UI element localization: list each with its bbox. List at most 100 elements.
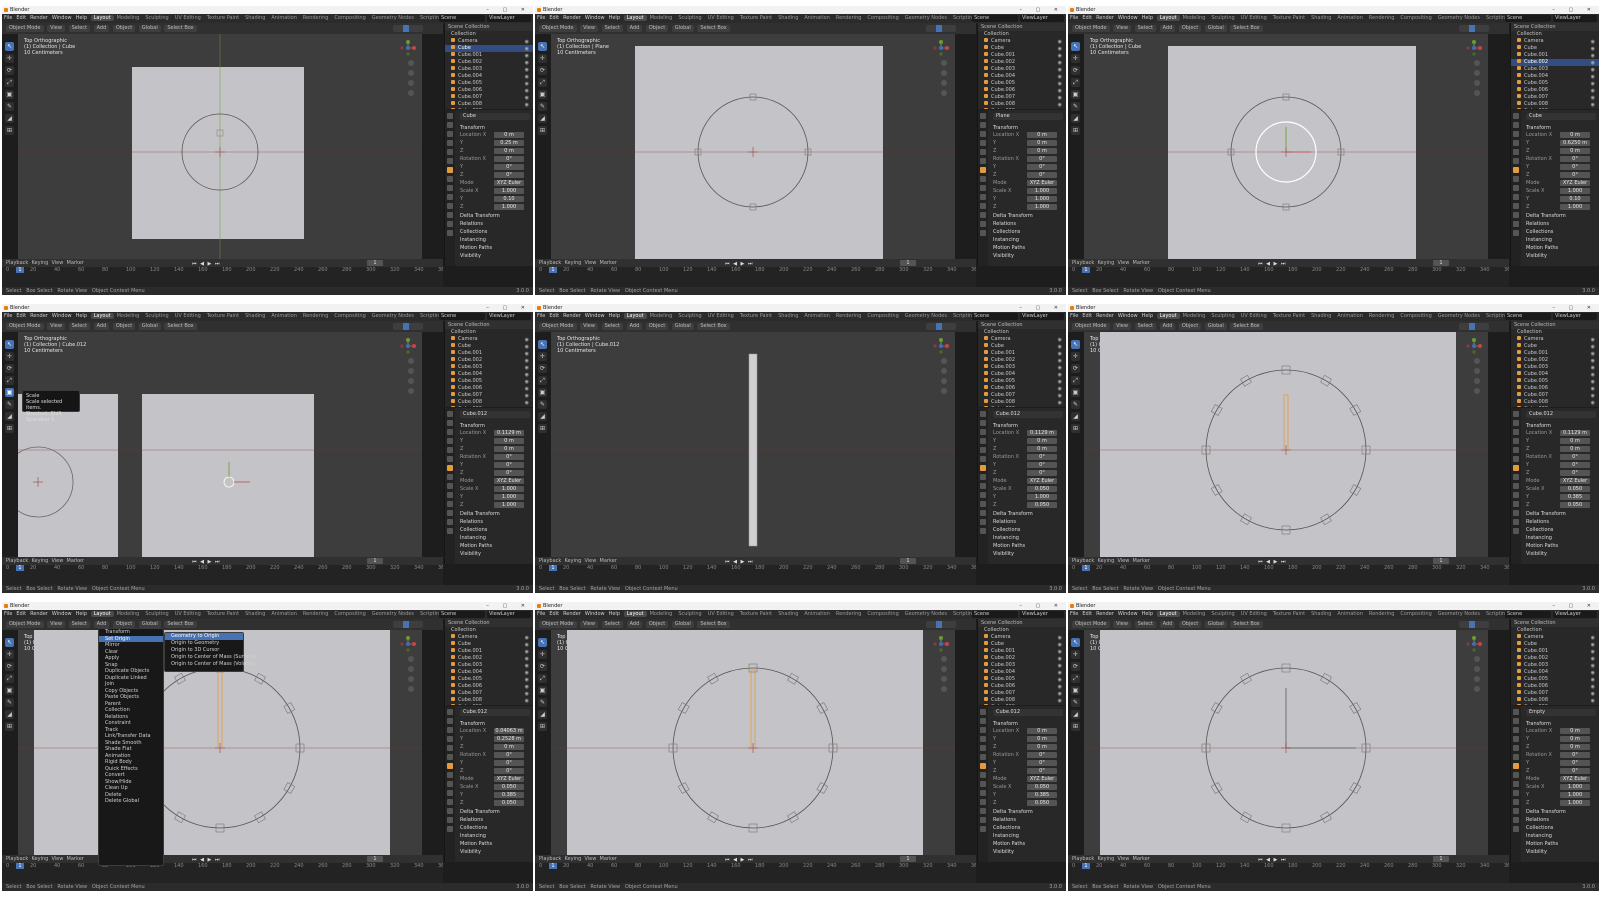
outliner-item[interactable]: Cube.003 ◉ <box>1511 662 1599 669</box>
keying-menu[interactable]: Keying <box>1098 260 1115 266</box>
visibility-section[interactable]: Visibility <box>993 848 1063 856</box>
relations-section[interactable]: Relations <box>1526 220 1596 228</box>
tab-geometry-nodes[interactable]: Geometry Nodes <box>902 611 950 617</box>
scene-selector[interactable]: Scene <box>1505 611 1551 618</box>
location-z-field[interactable]: 0 m <box>1027 744 1057 750</box>
location-x-field[interactable]: 0.1129 m <box>494 430 524 436</box>
playhead[interactable]: 1 <box>1082 863 1090 869</box>
menu-help[interactable]: Help <box>609 15 620 21</box>
scale-icon[interactable]: ▣ <box>538 686 547 695</box>
outliner-item[interactable]: Cube.006 ◉ <box>445 87 533 94</box>
output-tab-icon[interactable] <box>447 727 453 733</box>
outliner-collection-row[interactable]: Collection <box>445 329 533 336</box>
modifier-tab-icon[interactable] <box>1513 176 1519 182</box>
annotate-icon[interactable]: ✎ <box>538 400 547 409</box>
tab-modeling[interactable]: Modeling <box>114 313 143 319</box>
visibility-section[interactable]: Visibility <box>460 848 530 856</box>
outliner-item[interactable]: Cube ◉ <box>978 45 1066 52</box>
tab-rendering[interactable]: Rendering <box>1366 313 1398 319</box>
outliner-item[interactable]: Cube.004 ◉ <box>978 669 1066 676</box>
outliner-item[interactable]: Cube.007 ◉ <box>445 94 533 101</box>
drag-dropdown[interactable]: Select Box <box>1230 323 1263 330</box>
view-layer-tab-icon[interactable] <box>980 140 986 146</box>
motion-paths-section[interactable]: Motion Paths <box>993 244 1063 252</box>
object-menu[interactable]: Object <box>112 621 136 628</box>
select-menu[interactable]: Select <box>1134 323 1156 330</box>
instancing-section[interactable]: Instancing <box>993 534 1063 542</box>
tab-texture-paint[interactable]: Texture Paint <box>1270 15 1308 21</box>
modifier-tab-icon[interactable] <box>447 474 453 480</box>
render-tab-icon[interactable] <box>447 420 453 426</box>
scale-icon[interactable]: ▣ <box>5 388 14 397</box>
physics-tab-icon[interactable] <box>447 790 453 796</box>
instancing-section[interactable]: Instancing <box>1526 832 1596 840</box>
delta-transform-section[interactable]: Delta Transform <box>1526 510 1596 518</box>
menu-window[interactable]: Window <box>52 611 72 617</box>
relations-section[interactable]: Relations <box>460 518 530 526</box>
scene-selector[interactable]: Scene <box>439 313 485 320</box>
scale-z-field[interactable]: 1.000 <box>494 204 524 210</box>
menu-edit[interactable]: Edit <box>549 313 559 319</box>
outliner-item[interactable]: Cube.009◉ <box>1511 108 1599 109</box>
scale-y-field[interactable]: 0.385 <box>1027 792 1057 798</box>
scale-y-field[interactable]: 0.385 <box>1560 494 1590 500</box>
modifier-tab-icon[interactable] <box>980 772 986 778</box>
tab-layout[interactable]: Layout <box>1156 611 1180 617</box>
move-icon[interactable]: ⟳ <box>538 66 547 75</box>
keying-menu[interactable]: Keying <box>32 260 49 266</box>
marker-menu[interactable]: Marker <box>67 856 84 862</box>
add-menu[interactable]: Add <box>626 323 643 330</box>
playback-controls[interactable]: ⏮ ◀ ▶ ⏭ <box>192 260 220 268</box>
move-icon[interactable]: ⟳ <box>1071 66 1080 75</box>
physics-tab-icon[interactable] <box>1513 492 1519 498</box>
tab-modeling[interactable]: Modeling <box>114 15 143 21</box>
scene-selector[interactable]: Scene <box>1505 15 1551 22</box>
outliner-item[interactable]: Cube.008 ◉ <box>1511 697 1599 704</box>
particles-tab-icon[interactable] <box>1513 185 1519 191</box>
add-cube-icon[interactable]: ⊞ <box>1071 126 1080 135</box>
world-tab-icon[interactable] <box>980 158 986 164</box>
object-tab-icon[interactable] <box>1513 763 1519 769</box>
rotation-mode-dropdown[interactable]: XYZ Euler <box>1560 776 1590 782</box>
tab-sculpting[interactable]: Sculpting <box>1208 313 1237 319</box>
menu-file[interactable]: File <box>4 15 12 21</box>
measure-icon[interactable]: ◢ <box>1071 114 1080 123</box>
outliner-item[interactable]: Cube.008 ◉ <box>1511 101 1599 108</box>
scale-icon[interactable]: ▣ <box>1071 686 1080 695</box>
delta-transform-section[interactable]: Delta Transform <box>1526 212 1596 220</box>
material-tab-icon[interactable] <box>1513 519 1519 525</box>
texture-tab-icon[interactable] <box>1513 230 1519 236</box>
tab-shading[interactable]: Shading <box>1308 611 1334 617</box>
current-frame-field[interactable]: 1 <box>1433 260 1449 266</box>
material-tab-icon[interactable] <box>980 519 986 525</box>
scale-z-field[interactable]: 0.050 <box>494 800 524 806</box>
outliner-item[interactable]: Cube.008 ◉ <box>978 399 1066 406</box>
transform-section-header[interactable]: Transform <box>993 720 1063 728</box>
mode-dropdown[interactable]: Object Mode <box>6 621 44 628</box>
physics-tab-icon[interactable] <box>980 194 986 200</box>
tab-compositing[interactable]: Compositing <box>864 313 901 319</box>
view-layer-tab-icon[interactable] <box>1513 736 1519 742</box>
menu-file[interactable]: File <box>1070 611 1078 617</box>
marker-menu[interactable]: Marker <box>1133 260 1150 266</box>
scale-x-field[interactable]: 0.050 <box>1560 486 1590 492</box>
scene-tab-icon[interactable] <box>1513 149 1519 155</box>
3d-viewport[interactable]: Top Orthographic (1) Collection | Empty … <box>1084 630 1488 855</box>
rotation-x-field[interactable]: 0° <box>494 156 524 162</box>
rotation-z-field[interactable]: 0° <box>1027 172 1057 178</box>
constraints-tab-icon[interactable] <box>447 501 453 507</box>
location-z-field[interactable]: 0 m <box>494 148 524 154</box>
outliner-item[interactable]: Cube ◉ <box>1511 343 1599 350</box>
marker-menu[interactable]: Marker <box>67 260 84 266</box>
select-menu[interactable]: Select <box>68 621 90 628</box>
tab-animation[interactable]: Animation <box>268 611 300 617</box>
outliner-item[interactable]: Cube.006 ◉ <box>978 683 1066 690</box>
measure-icon[interactable]: ◢ <box>5 412 14 421</box>
motion-paths-section[interactable]: Motion Paths <box>460 840 530 848</box>
shading-mode-buttons[interactable] <box>393 323 423 330</box>
window-controls[interactable]: – ▢ ✕ <box>1552 6 1597 14</box>
rotate-icon[interactable]: ⤢ <box>538 376 547 385</box>
scale-x-field[interactable]: 1.000 <box>1560 784 1590 790</box>
playback-menu[interactable]: Playback <box>1072 260 1094 266</box>
physics-tab-icon[interactable] <box>980 492 986 498</box>
